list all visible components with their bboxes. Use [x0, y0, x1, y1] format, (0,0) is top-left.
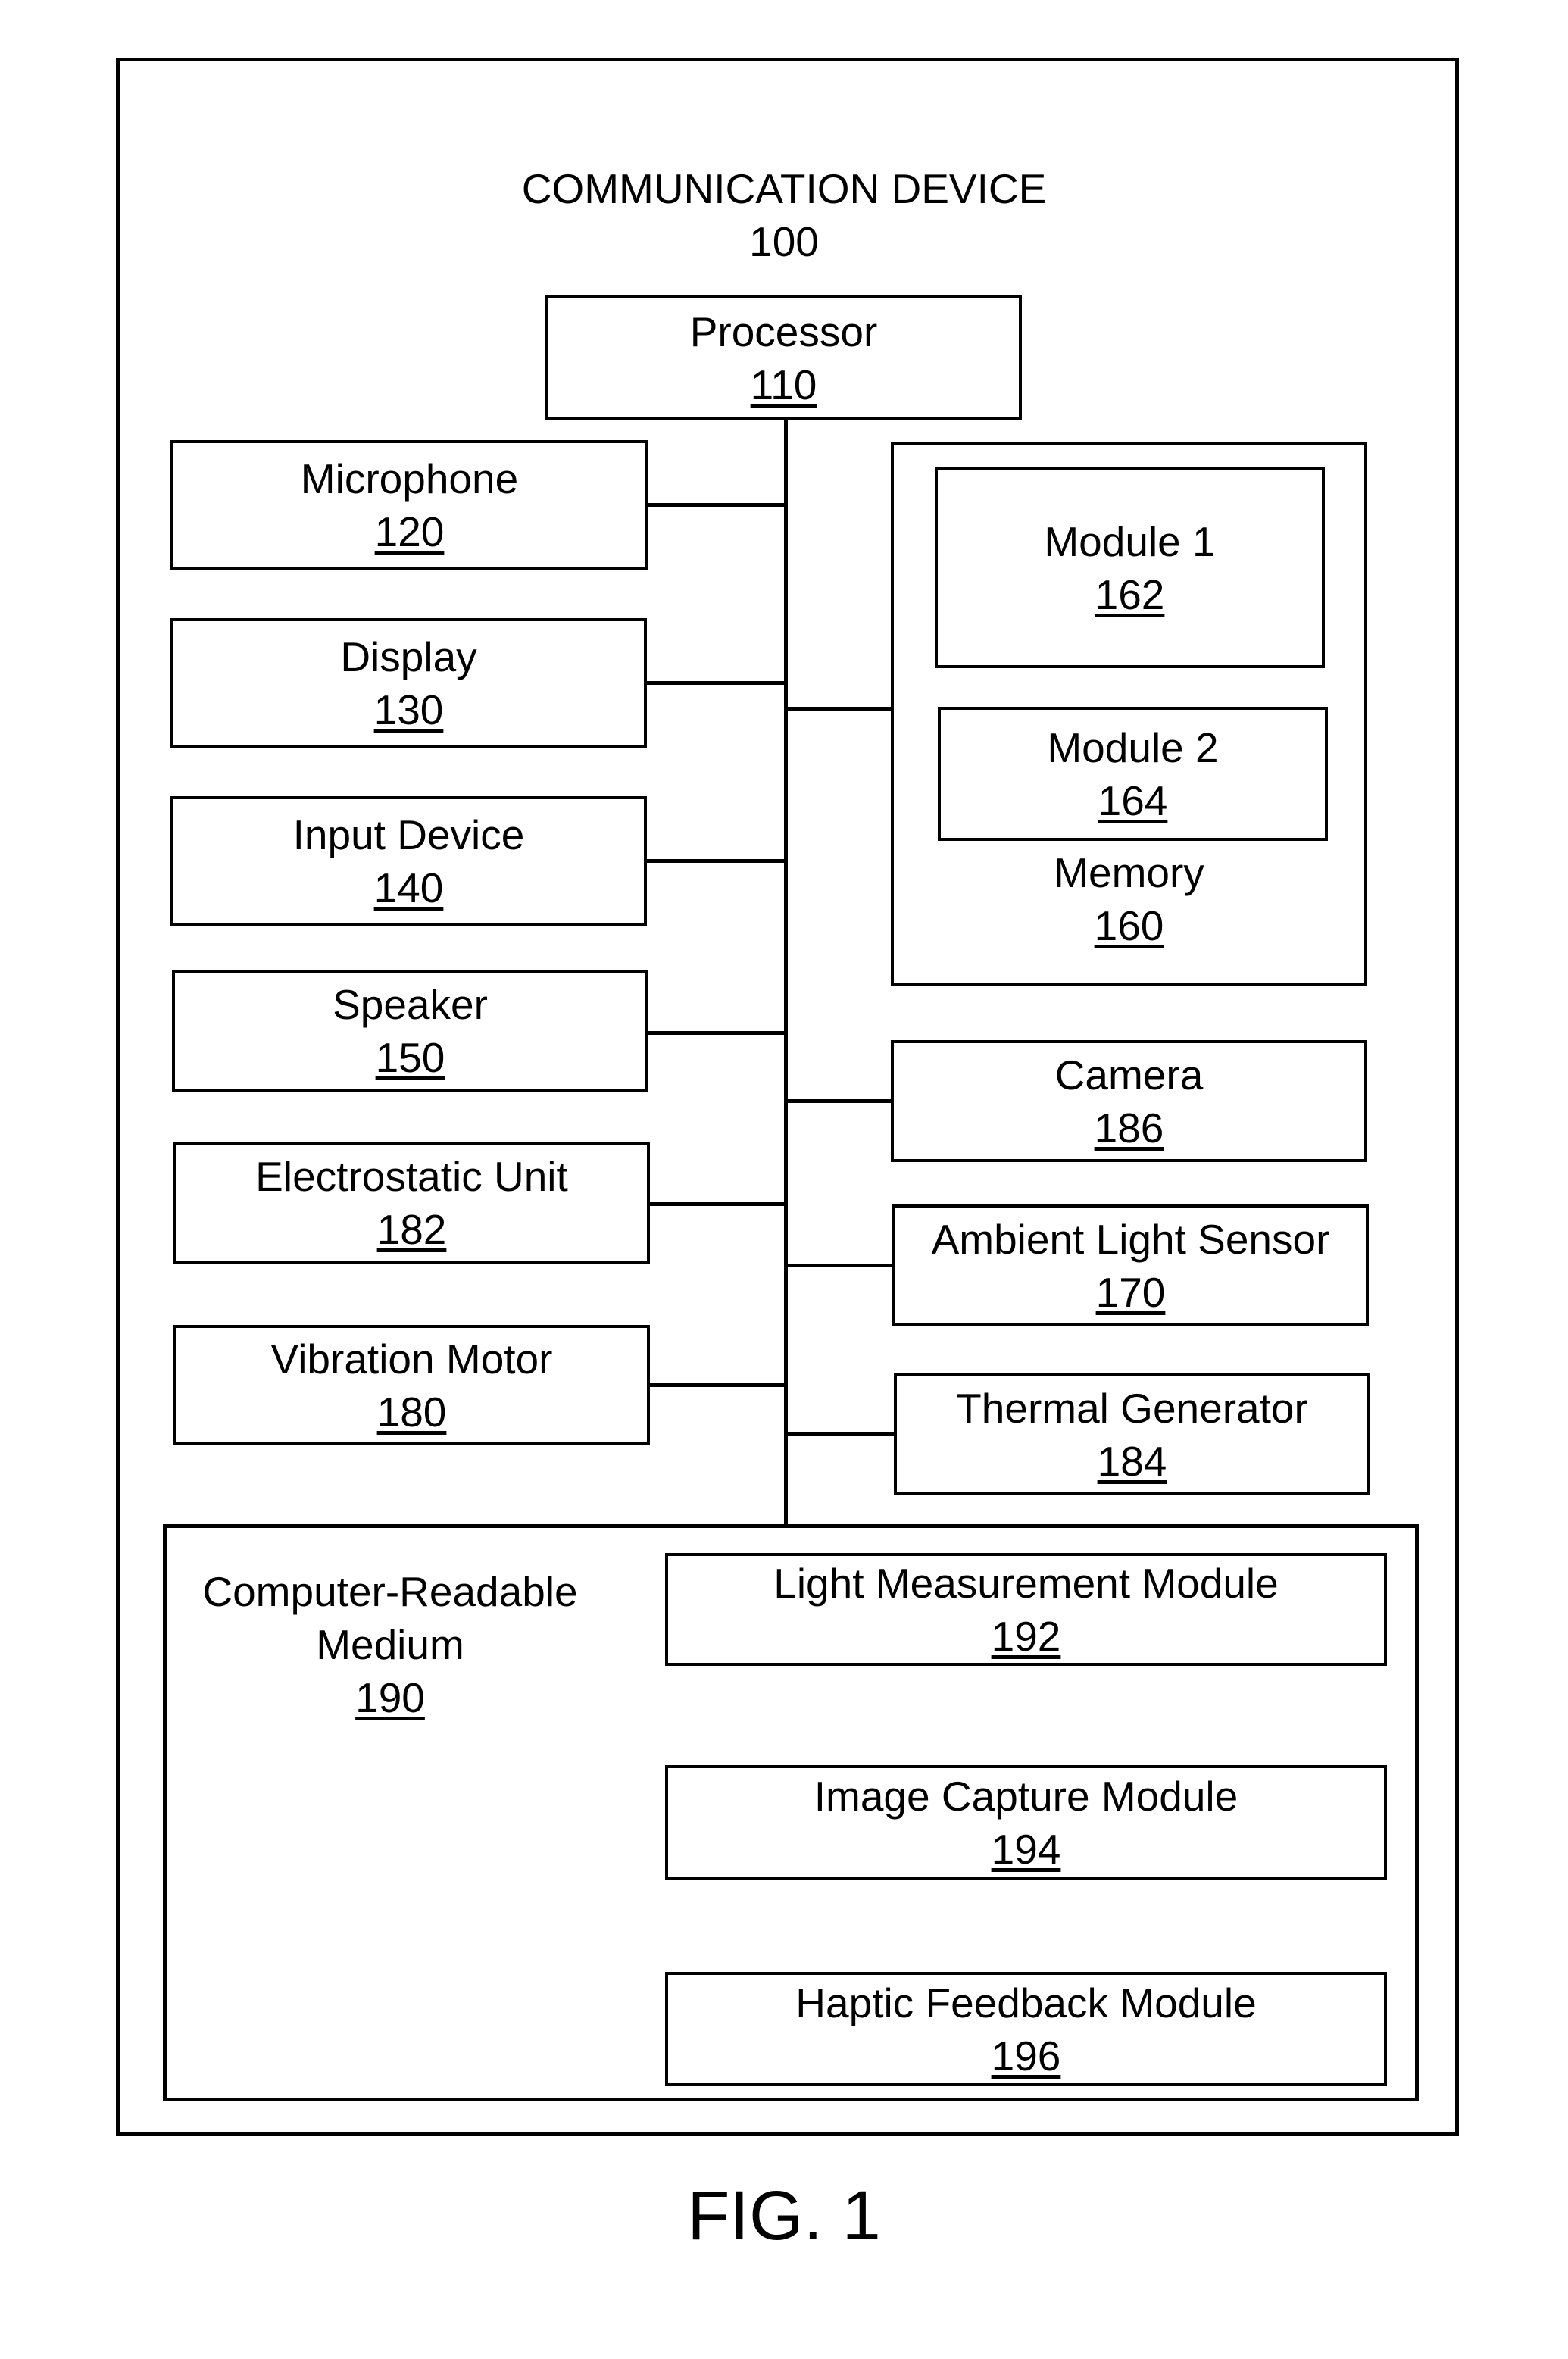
- thermal-generator-block: Thermal Generator 184: [894, 1373, 1370, 1495]
- light-measurement-module-label: Light Measurement Module: [773, 1559, 1279, 1607]
- module-1-label: Module 1: [1044, 517, 1216, 565]
- figure-caption: FIG. 1: [687, 2177, 881, 2254]
- input-device-connector: [647, 859, 786, 863]
- light-measurement-module-block: Light Measurement Module 192: [665, 1553, 1387, 1666]
- light-measurement-module-ref: 192: [991, 1612, 1061, 1660]
- display-block: Display 130: [170, 618, 647, 748]
- crm-ref: 190: [355, 1674, 425, 1721]
- ambient-light-sensor-label: Ambient Light Sensor: [931, 1215, 1330, 1263]
- image-capture-module-label: Image Capture Module: [814, 1773, 1238, 1820]
- speaker-label: Speaker: [333, 980, 488, 1028]
- camera-label: Camera: [1054, 1051, 1204, 1098]
- thermal-generator-connector: [786, 1432, 895, 1436]
- vibration-motor-ref: 180: [376, 1388, 447, 1436]
- microphone-connector: [648, 503, 786, 507]
- microphone-block: Microphone 120: [170, 440, 648, 570]
- ambient-light-sensor-block: Ambient Light Sensor 170: [892, 1204, 1369, 1326]
- microphone-ref: 120: [374, 508, 445, 555]
- camera-connector: [786, 1099, 892, 1103]
- thermal-generator-ref: 184: [1097, 1437, 1167, 1485]
- ambient-light-sensor-connector: [786, 1264, 894, 1267]
- device-title: COMMUNICATION DEVICE: [521, 165, 1047, 212]
- microphone-label: Microphone: [300, 455, 519, 502]
- speaker-connector: [648, 1031, 786, 1035]
- device-ref: 100: [749, 218, 819, 265]
- input-device-label: Input Device: [292, 811, 525, 858]
- vibration-motor-connector: [650, 1383, 786, 1387]
- module-1-block: Module 1 162: [935, 467, 1325, 668]
- module-1-ref: 162: [1095, 570, 1165, 618]
- crm-caption: Computer-Readable Medium 190: [170, 1565, 610, 1724]
- vibration-motor-block: Vibration Motor 180: [173, 1325, 650, 1445]
- image-capture-module-block: Image Capture Module 194: [665, 1765, 1387, 1880]
- input-device-block: Input Device 140: [170, 796, 647, 926]
- display-ref: 130: [373, 686, 444, 733]
- memory-label: Memory: [1054, 849, 1204, 896]
- speaker-ref: 150: [375, 1033, 445, 1081]
- display-label: Display: [340, 633, 477, 680]
- module-2-ref: 164: [1098, 776, 1168, 824]
- electrostatic-unit-connector: [650, 1202, 786, 1206]
- module-2-block: Module 2 164: [938, 707, 1328, 841]
- system-bus: [784, 420, 788, 1524]
- processor-ref: 110: [750, 361, 817, 408]
- crm-label-line1: Computer-Readable: [202, 1568, 578, 1615]
- speaker-block: Speaker 150: [172, 970, 648, 1092]
- camera-ref: 186: [1094, 1104, 1164, 1151]
- ambient-light-sensor-ref: 170: [1095, 1268, 1166, 1316]
- haptic-feedback-module-ref: 196: [991, 2032, 1061, 2079]
- memory-caption: Memory 160: [891, 846, 1367, 952]
- module-2-label: Module 2: [1047, 723, 1219, 771]
- haptic-feedback-module-label: Haptic Feedback Module: [795, 1979, 1257, 2026]
- vibration-motor-label: Vibration Motor: [270, 1335, 553, 1383]
- camera-block: Camera 186: [891, 1040, 1367, 1162]
- image-capture-module-ref: 194: [991, 1826, 1061, 1873]
- input-device-ref: 140: [373, 864, 444, 911]
- display-connector: [647, 681, 786, 685]
- memory-connector: [786, 707, 892, 711]
- electrostatic-unit-label: Electrostatic Unit: [255, 1153, 568, 1200]
- processor-label: Processor: [689, 308, 878, 355]
- thermal-generator-label: Thermal Generator: [956, 1384, 1308, 1432]
- processor-block: Processor 110: [545, 295, 1022, 420]
- electrostatic-unit-block: Electrostatic Unit 182: [173, 1142, 650, 1264]
- electrostatic-unit-ref: 182: [376, 1206, 447, 1253]
- memory-ref: 160: [1094, 902, 1164, 949]
- crm-label-line2: Medium: [316, 1621, 464, 1668]
- haptic-feedback-module-block: Haptic Feedback Module 196: [665, 1972, 1387, 2086]
